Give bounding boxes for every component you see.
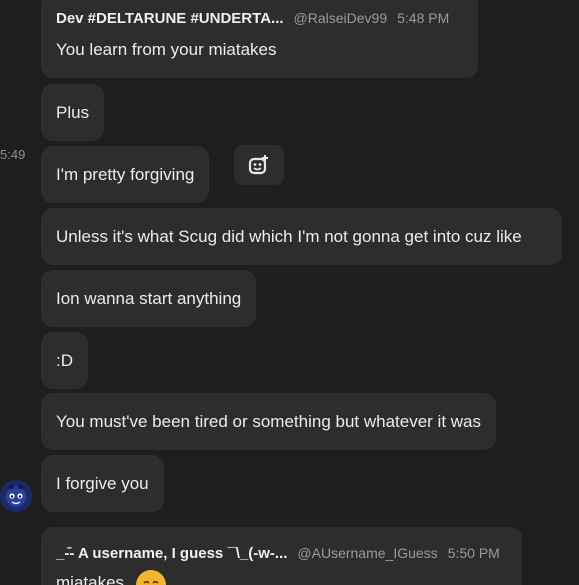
add-reaction-button[interactable]: [234, 145, 284, 185]
message-text: You learn from your miatakes: [56, 40, 277, 59]
avatar-image: [0, 480, 32, 512]
message-text: You must've been tired or something but …: [56, 412, 482, 431]
user-avatar[interactable]: [0, 480, 32, 512]
smiling-emoji-icon: [136, 570, 166, 585]
message-time: 5:48 PM: [397, 10, 450, 26]
message-bubble[interactable]: Plus: [41, 84, 105, 141]
author-name[interactable]: Dev #DELTARUNE #UNDERTA...: [56, 10, 284, 27]
message-text: Ion wanna start anything: [56, 289, 242, 308]
hover-timestamp: 5:49: [0, 147, 26, 162]
message-time: 5:50 PM: [447, 545, 500, 561]
author-name[interactable]: _-̄- A username, I guess ¯\_(-w-...: [56, 545, 287, 562]
message-text: miatakes: [56, 573, 125, 585]
chat-thread: Dev #DELTARUNE #UNDERTA... @RalseiDev99 …: [0, 0, 579, 585]
message-bubble[interactable]: _-̄- A username, I guess ¯\_(-w-... @AUs…: [41, 527, 522, 585]
message-bubble[interactable]: I forgive you: [41, 455, 164, 512]
message-bubble[interactable]: I'm pretty forgiving: [41, 146, 210, 203]
message-header: Dev #DELTARUNE #UNDERTA... @RalseiDev99 …: [56, 10, 449, 27]
author-handle[interactable]: @RalseiDev99: [294, 10, 388, 26]
message-text: I forgive you: [56, 474, 149, 493]
message-text: Plus: [56, 103, 90, 122]
message-bubble[interactable]: :D: [41, 332, 88, 389]
message-text: :D: [56, 351, 73, 370]
message-header: _-̄- A username, I guess ¯\_(-w-... @AUs…: [56, 545, 500, 562]
message-bubble[interactable]: Dev #DELTARUNE #UNDERTA... @RalseiDev99 …: [41, 0, 478, 78]
message-bubble[interactable]: Ion wanna start anything: [41, 270, 257, 327]
message-bubble[interactable]: You must've been tired or something but …: [41, 393, 497, 450]
message-text: I'm pretty forgiving: [56, 165, 195, 184]
add-reaction-icon: [248, 155, 268, 175]
message-text: Unless it's what Scug did which I'm not …: [56, 227, 522, 246]
message-bubble[interactable]: Unless it's what Scug did which I'm not …: [41, 208, 562, 265]
author-handle[interactable]: @AUsername_IGuess: [297, 545, 437, 561]
